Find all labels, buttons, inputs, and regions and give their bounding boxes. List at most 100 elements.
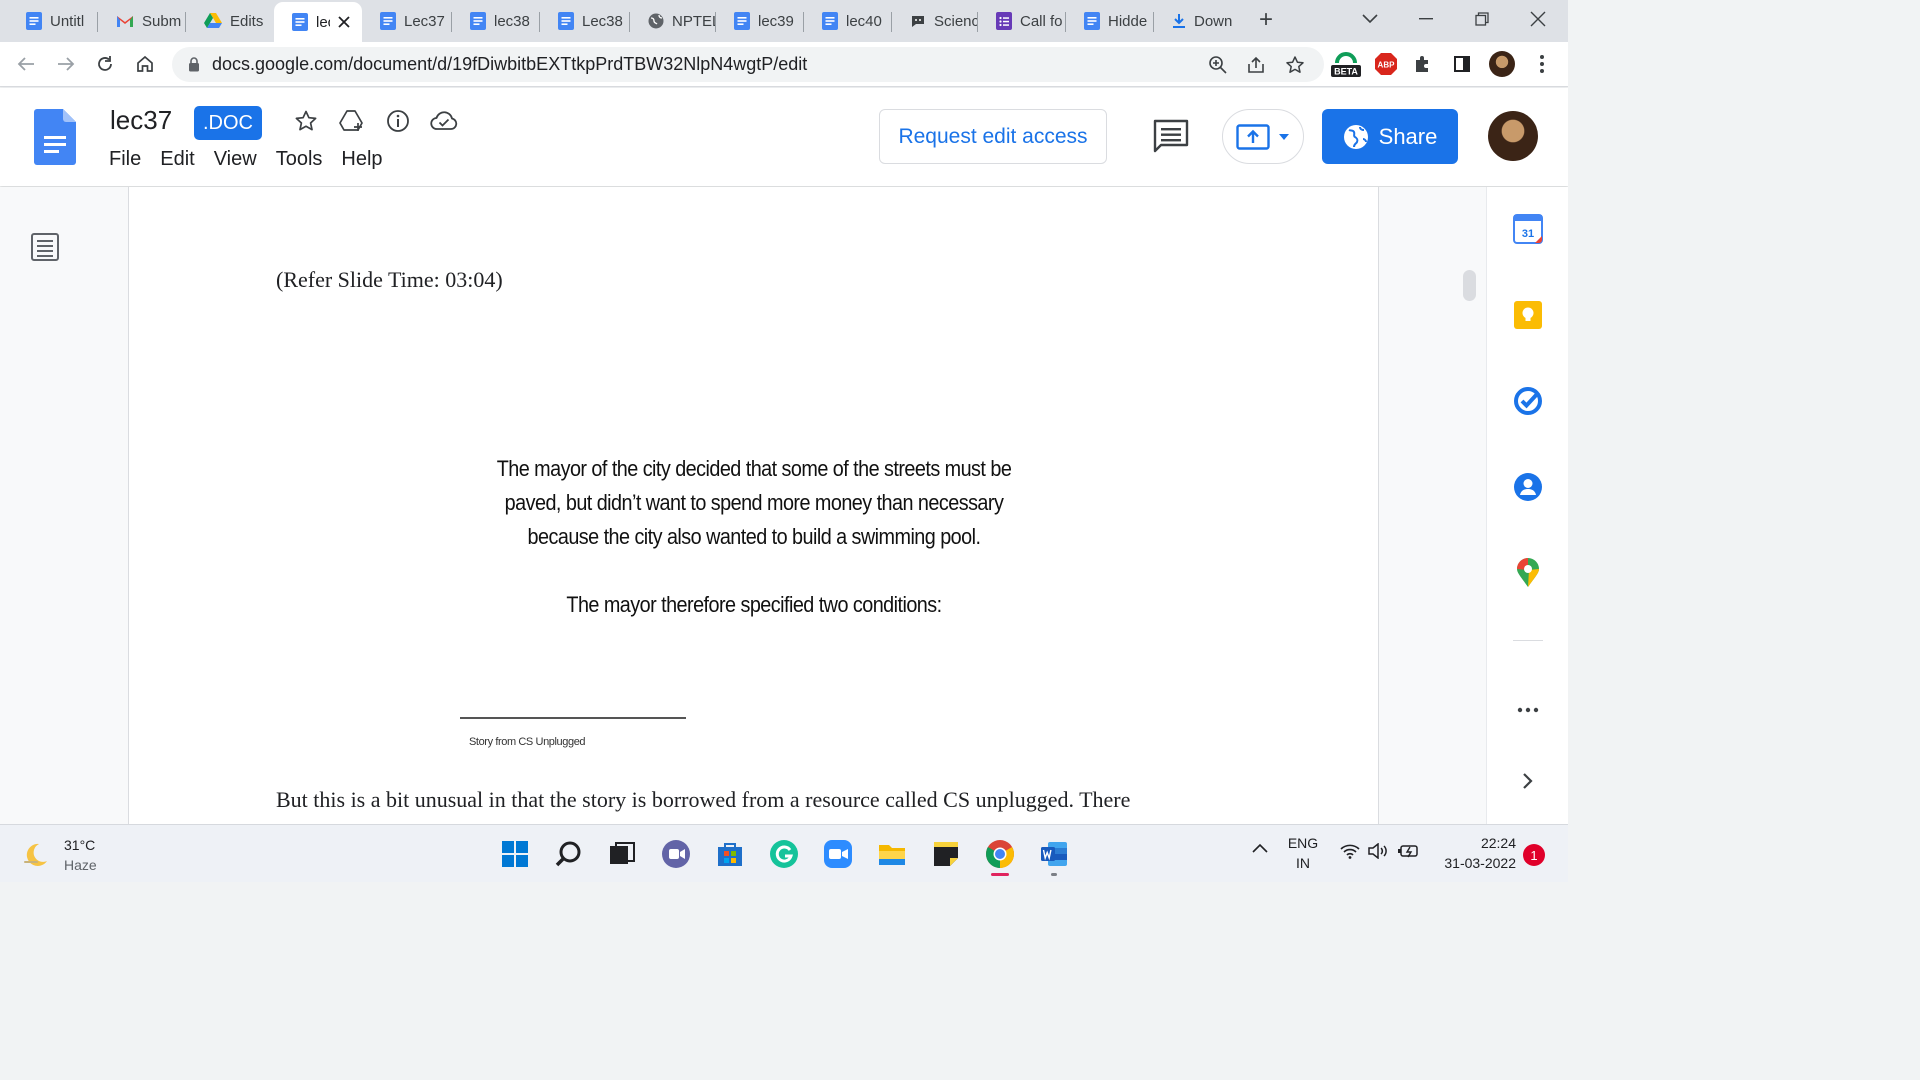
teams-chat-icon[interactable] [659,837,693,871]
close-tab-icon[interactable] [338,16,350,28]
share-label: Share [1378,123,1438,149]
document-outline-icon[interactable] [30,232,60,262]
adblock-extension-icon[interactable]: ABP [1372,50,1400,78]
side-panel-icon[interactable] [1448,50,1476,78]
docs-icon [558,12,574,30]
more-addons-icon[interactable] [1513,695,1543,725]
forms-icon [996,12,1012,30]
maps-icon[interactable] [1513,558,1543,588]
temperature: 31°C [64,837,96,853]
calendar-icon[interactable]: 31 [1513,214,1543,244]
tab-title: Subm [142,12,182,30]
document-details-icon[interactable] [384,107,412,135]
menu-tools[interactable]: Tools [276,148,323,171]
svg-text:ABP: ABP [1378,61,1396,70]
browser-tab[interactable]: Untitl [8,4,98,38]
menu-edit[interactable]: Edit [160,148,194,171]
beta-extension-icon[interactable]: BETA [1330,50,1362,78]
google-docs-logo-icon[interactable] [34,109,76,165]
docs-icon [822,12,838,30]
contacts-icon[interactable] [1513,472,1543,502]
minimize-icon[interactable] [1406,6,1446,32]
browser-tab[interactable]: lec38 [452,4,540,38]
menu-bar: File Edit View Tools Help [109,148,402,171]
sticky-notes-icon[interactable] [929,837,963,871]
active-app-indicator [991,873,1009,876]
menu-help[interactable]: Help [341,148,382,171]
search-icon[interactable] [552,837,586,871]
comments-icon[interactable] [1152,118,1190,154]
share-page-icon[interactable] [1244,53,1268,77]
request-edit-access-button[interactable]: Request edit access [879,109,1107,164]
tab-search-icon[interactable] [1350,6,1390,32]
extensions-puzzle-icon[interactable] [1409,50,1437,78]
new-tab-button[interactable]: + [1252,6,1280,34]
microsoft-store-icon[interactable] [713,837,747,871]
gmail-icon [116,14,134,28]
browser-tab[interactable]: Subm [98,4,186,38]
restore-icon[interactable] [1462,6,1502,32]
wifi-icon[interactable] [1340,843,1360,859]
chrome-icon[interactable] [983,837,1017,876]
volume-icon[interactable] [1368,843,1390,859]
browser-tab[interactable]: Call fo [978,4,1066,38]
windows-start-icon[interactable] [498,837,532,871]
bookmark-star-icon[interactable] [1283,53,1307,77]
close-window-icon[interactable] [1518,6,1558,32]
docs-icon [26,12,42,30]
docs-icon [734,12,750,30]
browser-tab[interactable]: lec40 [804,4,892,38]
address-bar[interactable]: docs.google.com/document/d/19fDiwbitbEXT… [172,47,1324,82]
menu-file[interactable]: File [109,148,141,171]
profile-avatar[interactable] [1488,50,1516,78]
weather-widget[interactable]: 31°C Haze [22,835,97,875]
browser-menu-icon[interactable] [1528,50,1556,78]
grammarly-icon[interactable] [767,837,801,871]
account-avatar[interactable] [1488,111,1538,161]
slide-image: The mayor of the city decided that some … [489,452,1020,622]
browser-tab[interactable]: Hidde [1066,4,1154,38]
word-icon[interactable] [1037,837,1071,876]
menu-view[interactable]: View [214,148,257,171]
battery-icon[interactable] [1397,843,1421,859]
star-icon[interactable] [292,107,320,135]
tasks-icon[interactable] [1513,386,1543,416]
share-button[interactable]: Share [1322,109,1458,164]
clock[interactable]: 22:24 31-03-2022 [1430,833,1516,873]
lock-icon [189,57,199,72]
browser-tab[interactable]: Down [1154,4,1238,38]
reload-icon[interactable] [91,50,119,78]
browser-tab[interactable]: lec39 [716,4,804,38]
chat-icon [910,13,926,29]
forward-arrow-icon[interactable] [52,50,80,78]
language-region: IN [1296,855,1310,871]
input-language[interactable]: ENG IN [1284,833,1322,873]
task-view-icon[interactable] [605,837,639,871]
drive-icon [204,13,222,29]
browser-tab[interactable]: Lec37 [362,4,452,38]
tab-title: Edits [230,12,264,30]
zoom-meetings-icon[interactable] [821,837,855,871]
document-title[interactable]: lec37 [110,105,172,136]
browser-toolbar: docs.google.com/document/d/19fDiwbitbEXT… [0,42,1568,87]
browser-tab[interactable]: Scienc [892,4,978,38]
slide-caption: Story from CS Unplugged [469,736,586,748]
document-status-cloud-icon[interactable] [430,107,458,135]
file-explorer-icon[interactable] [875,837,909,871]
show-hidden-icons-chevron[interactable] [1252,843,1268,853]
document-page[interactable]: (Refer Slide Time: 03:04) The mayor of t… [128,187,1379,824]
zoom-icon[interactable] [1206,53,1230,77]
present-button[interactable] [1222,109,1304,164]
notification-badge[interactable]: 1 [1523,844,1545,866]
back-arrow-icon[interactable] [12,50,40,78]
expand-panel-chevron-icon[interactable] [1513,766,1543,796]
add-shortcut-to-drive-icon[interactable] [338,107,366,135]
keep-icon[interactable] [1513,300,1543,330]
browser-tab[interactable]: Edits [186,4,274,38]
home-icon[interactable] [131,50,159,78]
browser-tab[interactable]: lec [274,2,362,42]
document-scrollbar-thumb[interactable] [1463,270,1476,301]
browser-tab[interactable]: NPTEL [630,4,716,38]
browser-tab[interactable]: Lec38 [540,4,630,38]
clock-time: 22:24 [1480,835,1516,851]
